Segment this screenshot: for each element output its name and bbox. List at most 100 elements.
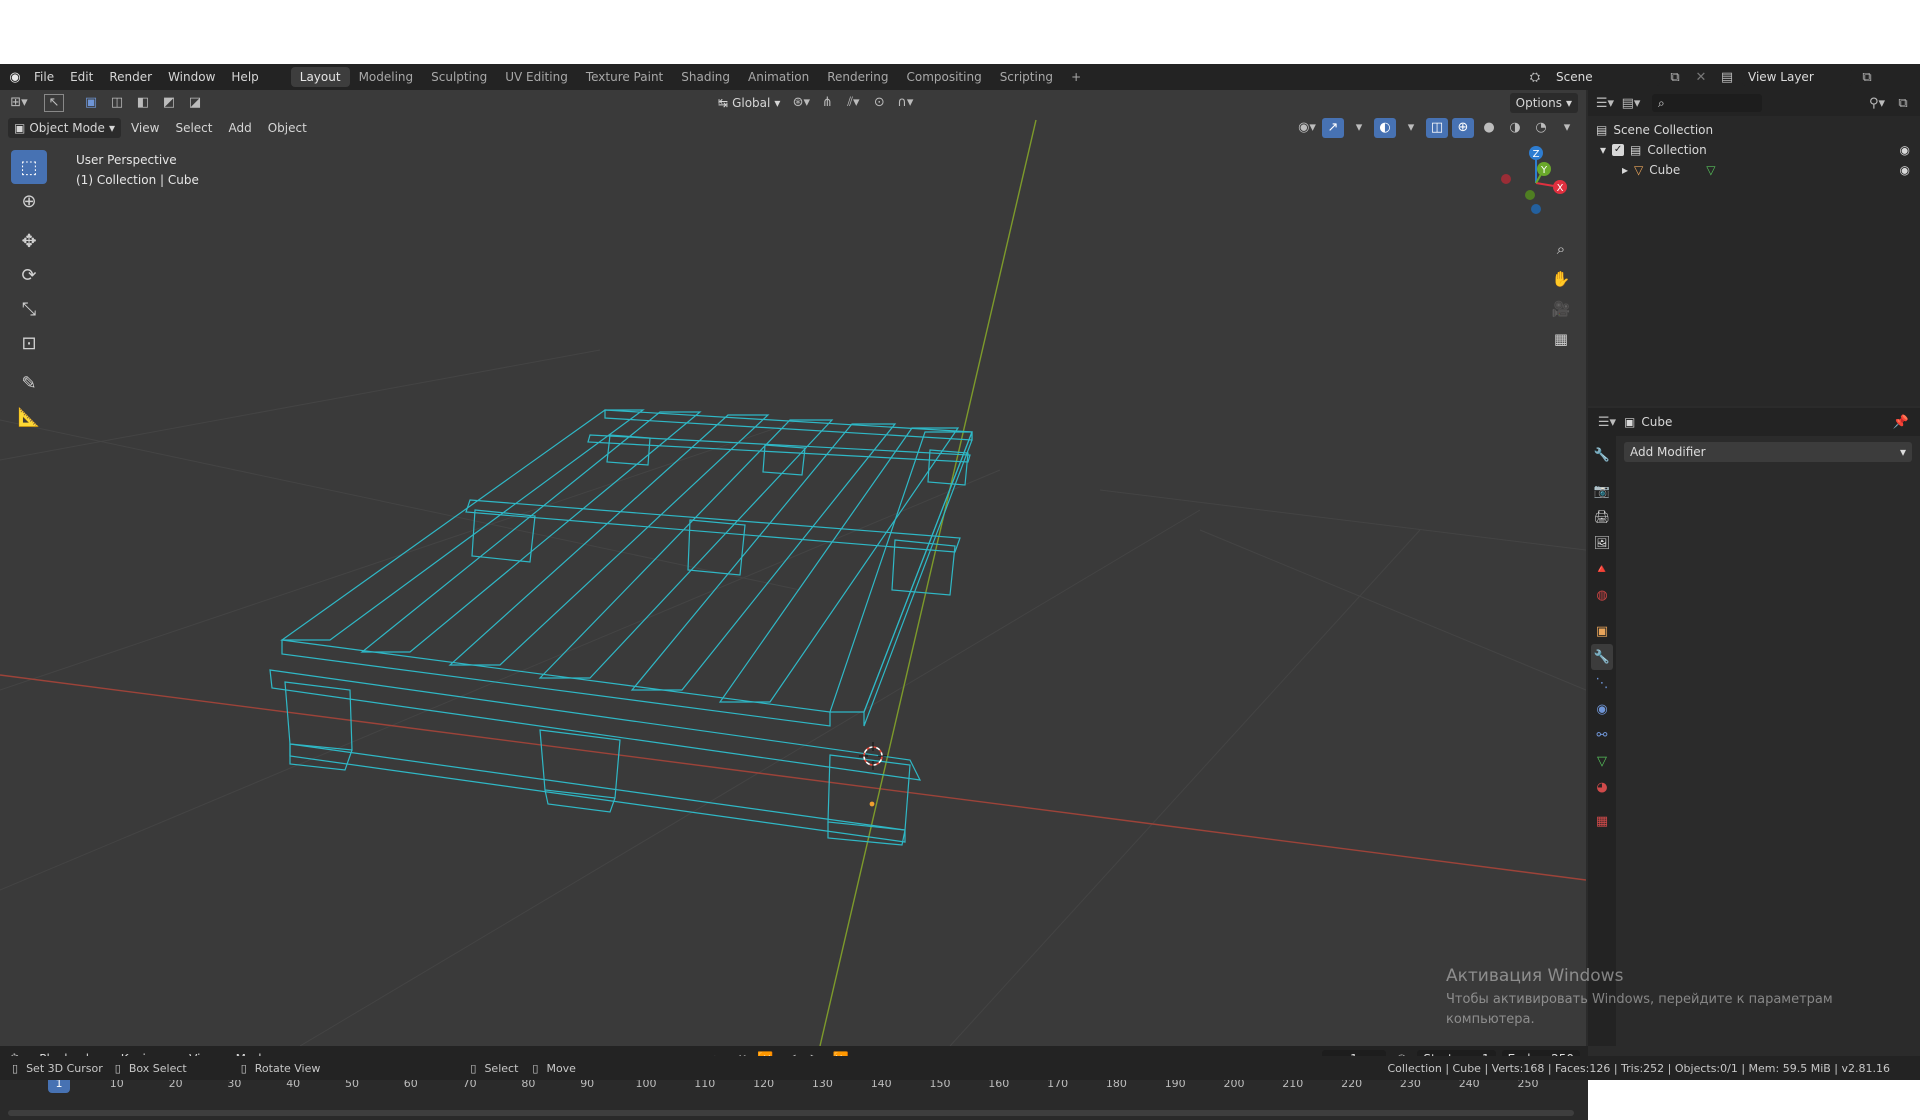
tool-transform[interactable]: ⊡ bbox=[11, 326, 47, 360]
tab-particles[interactable]: ⋱ bbox=[1591, 670, 1613, 696]
tab-world[interactable]: ◍ bbox=[1591, 582, 1613, 608]
tab-physics[interactable]: ◉ bbox=[1591, 696, 1613, 722]
pivot-point-icon[interactable]: ⊛▾ bbox=[790, 93, 812, 113]
add-menu[interactable]: Add bbox=[222, 118, 257, 138]
new-scene-icon[interactable]: ⧉ bbox=[1664, 67, 1686, 87]
tab-compositing[interactable]: Compositing bbox=[897, 67, 990, 87]
tool-cursor[interactable]: ⊕ bbox=[11, 184, 47, 218]
tab-material[interactable]: ◕ bbox=[1591, 774, 1613, 800]
eye-icon[interactable]: ◉ bbox=[1900, 143, 1910, 157]
material-shading-icon[interactable]: ◑ bbox=[1504, 118, 1526, 138]
xray-toggle-icon[interactable]: ◫ bbox=[1426, 117, 1448, 138]
new-collection-icon[interactable]: ⧉ bbox=[1892, 93, 1914, 113]
tree-row-cube[interactable]: ▸ ▽ Cube ▽ ◉ bbox=[1596, 160, 1912, 180]
tab-texture[interactable]: ▦ bbox=[1591, 808, 1613, 834]
orientation-dropdown[interactable]: ↹ Global ▾ bbox=[712, 93, 786, 113]
view-menu[interactable]: View bbox=[125, 118, 165, 138]
tool-measure[interactable]: 📐 bbox=[11, 400, 47, 434]
wireframe-shading-icon[interactable]: ⊕ bbox=[1452, 117, 1474, 138]
tool-move[interactable]: ✥ bbox=[11, 224, 47, 258]
tab-scripting[interactable]: Scripting bbox=[991, 67, 1062, 87]
tab-sculpting[interactable]: Sculpting bbox=[422, 67, 496, 87]
snap-target-icon[interactable]: ⫽▾ bbox=[842, 93, 864, 113]
tab-rendering[interactable]: Rendering bbox=[818, 67, 897, 87]
select-mode-intersect-icon[interactable]: ◪ bbox=[184, 93, 206, 113]
add-modifier-dropdown[interactable]: Add Modifier ▾ bbox=[1624, 442, 1912, 462]
expand-arrow-icon[interactable]: ▾ bbox=[1600, 143, 1606, 157]
viewport-3d[interactable]: Z X Y ⊞▾ ↖ ▣ ◫ ◧ ◩ ◪ ↹ Global ▾ ⊛▾ ⋔ ⫽▾ ⊙ bbox=[0, 90, 1586, 1046]
menu-render[interactable]: Render bbox=[101, 64, 160, 90]
tab-modifiers[interactable]: 🔧 bbox=[1591, 644, 1613, 670]
menu-help[interactable]: Help bbox=[223, 64, 266, 90]
tab-render[interactable]: 📷 bbox=[1591, 478, 1613, 504]
timeline-scrollbar[interactable] bbox=[8, 1110, 1574, 1116]
outliner-search-input[interactable]: ⌕ bbox=[1652, 94, 1762, 112]
add-workspace-button[interactable]: + bbox=[1062, 67, 1090, 87]
tab-view-layer[interactable]: 🖼 bbox=[1591, 530, 1613, 556]
checkbox-icon[interactable]: ✓ bbox=[1612, 144, 1625, 156]
tool-annotate[interactable]: ✎ bbox=[11, 366, 47, 400]
proportional-edit-icon[interactable]: ⊙ bbox=[868, 93, 890, 113]
view-layer-field[interactable]: View Layer bbox=[1742, 68, 1852, 86]
menu-window[interactable]: Window bbox=[160, 64, 223, 90]
tool-select-box[interactable]: ⬚ bbox=[11, 150, 47, 184]
menu-file[interactable]: File bbox=[26, 64, 62, 90]
scene-icon[interactable]: ⛭ bbox=[1524, 67, 1546, 87]
close-scene-icon[interactable]: ✕ bbox=[1690, 67, 1712, 87]
tab-texture-paint[interactable]: Texture Paint bbox=[577, 67, 672, 87]
select-mode-set-icon[interactable]: ▣ bbox=[80, 93, 102, 113]
select-mode-invert-icon[interactable]: ◩ bbox=[158, 93, 180, 113]
tool-scale[interactable]: ⤡ bbox=[11, 292, 47, 326]
falloff-icon[interactable]: ∩▾ bbox=[894, 93, 916, 113]
tab-shading[interactable]: Shading bbox=[672, 67, 739, 87]
solid-shading-icon[interactable]: ● bbox=[1478, 118, 1500, 138]
object-menu[interactable]: Object bbox=[262, 118, 313, 138]
outliner-editor-icon[interactable]: ☰▾ bbox=[1594, 93, 1616, 113]
tree-row-collection[interactable]: ▾ ✓ ▤ Collection ◉ bbox=[1596, 140, 1912, 160]
shading-dropdown-icon[interactable]: ▾ bbox=[1556, 118, 1578, 138]
select-mode-subtract-icon[interactable]: ◧ bbox=[132, 93, 154, 113]
zoom-view-button[interactable]: ⌕ bbox=[1548, 236, 1574, 262]
tab-constraints[interactable]: ⚯ bbox=[1591, 722, 1613, 748]
tab-data[interactable]: ▽ bbox=[1591, 748, 1613, 774]
tab-tool[interactable]: 🔧 bbox=[1591, 442, 1613, 468]
gizmo-dropdown-icon[interactable]: ▾ bbox=[1348, 118, 1370, 138]
expand-arrow-icon[interactable]: ▸ bbox=[1622, 163, 1628, 177]
navigation-gizmo[interactable]: Z X Y bbox=[1501, 146, 1567, 214]
tab-scene[interactable]: 🔺 bbox=[1591, 556, 1613, 582]
select-mode-extend-icon[interactable]: ◫ bbox=[106, 93, 128, 113]
tab-uv-editing[interactable]: UV Editing bbox=[496, 67, 577, 87]
tab-output[interactable]: 🖨 bbox=[1591, 504, 1613, 530]
display-mode-icon[interactable]: ▤▾ bbox=[1620, 93, 1642, 113]
editor-type-icon[interactable]: ⊞▾ bbox=[8, 93, 30, 113]
visibility-icon[interactable]: ◉▾ bbox=[1296, 118, 1318, 138]
select-tool-icon[interactable]: ↖ bbox=[44, 93, 64, 112]
overlays-dropdown-icon[interactable]: ▾ bbox=[1400, 118, 1422, 138]
tab-object[interactable]: ▣ bbox=[1591, 618, 1613, 644]
tool-rotate[interactable]: ⟳ bbox=[11, 258, 47, 292]
camera-view-button[interactable]: 🎥 bbox=[1548, 296, 1574, 322]
view-layer-icon[interactable]: ▤ bbox=[1716, 67, 1738, 87]
tab-animation[interactable]: Animation bbox=[739, 67, 818, 87]
properties-editor-icon[interactable]: ☰▾ bbox=[1596, 412, 1618, 432]
tab-layout[interactable]: Layout bbox=[290, 67, 350, 87]
tab-modeling[interactable]: Modeling bbox=[350, 67, 423, 87]
overlays-toggle-icon[interactable]: ◐ bbox=[1374, 117, 1396, 138]
mode-dropdown[interactable]: ▣ Object Mode ▾ bbox=[8, 117, 121, 138]
ortho-toggle-button[interactable]: ▦ bbox=[1548, 326, 1574, 352]
pin-icon[interactable]: 📌 bbox=[1890, 412, 1912, 432]
scene-field[interactable]: Scene bbox=[1550, 68, 1660, 86]
gizmo-toggle-icon[interactable]: ↗ bbox=[1322, 117, 1344, 138]
rendered-shading-icon[interactable]: ◔ bbox=[1530, 118, 1552, 138]
pan-view-button[interactable]: ✋ bbox=[1548, 266, 1574, 292]
filter-icon[interactable]: ⚲▾ bbox=[1866, 93, 1888, 113]
new-view-layer-icon[interactable]: ⧉ bbox=[1856, 67, 1878, 87]
eye-icon[interactable]: ◉ bbox=[1900, 163, 1910, 177]
3d-cursor[interactable] bbox=[859, 742, 887, 770]
blender-logo-icon[interactable]: ◉ bbox=[4, 67, 26, 87]
menu-edit[interactable]: Edit bbox=[62, 64, 101, 90]
options-button[interactable]: Options ▾ bbox=[1509, 92, 1578, 113]
snap-icon[interactable]: ⋔ bbox=[816, 93, 838, 113]
tree-row-scene-collection[interactable]: ▤ Scene Collection bbox=[1596, 120, 1912, 140]
select-menu[interactable]: Select bbox=[169, 118, 218, 138]
